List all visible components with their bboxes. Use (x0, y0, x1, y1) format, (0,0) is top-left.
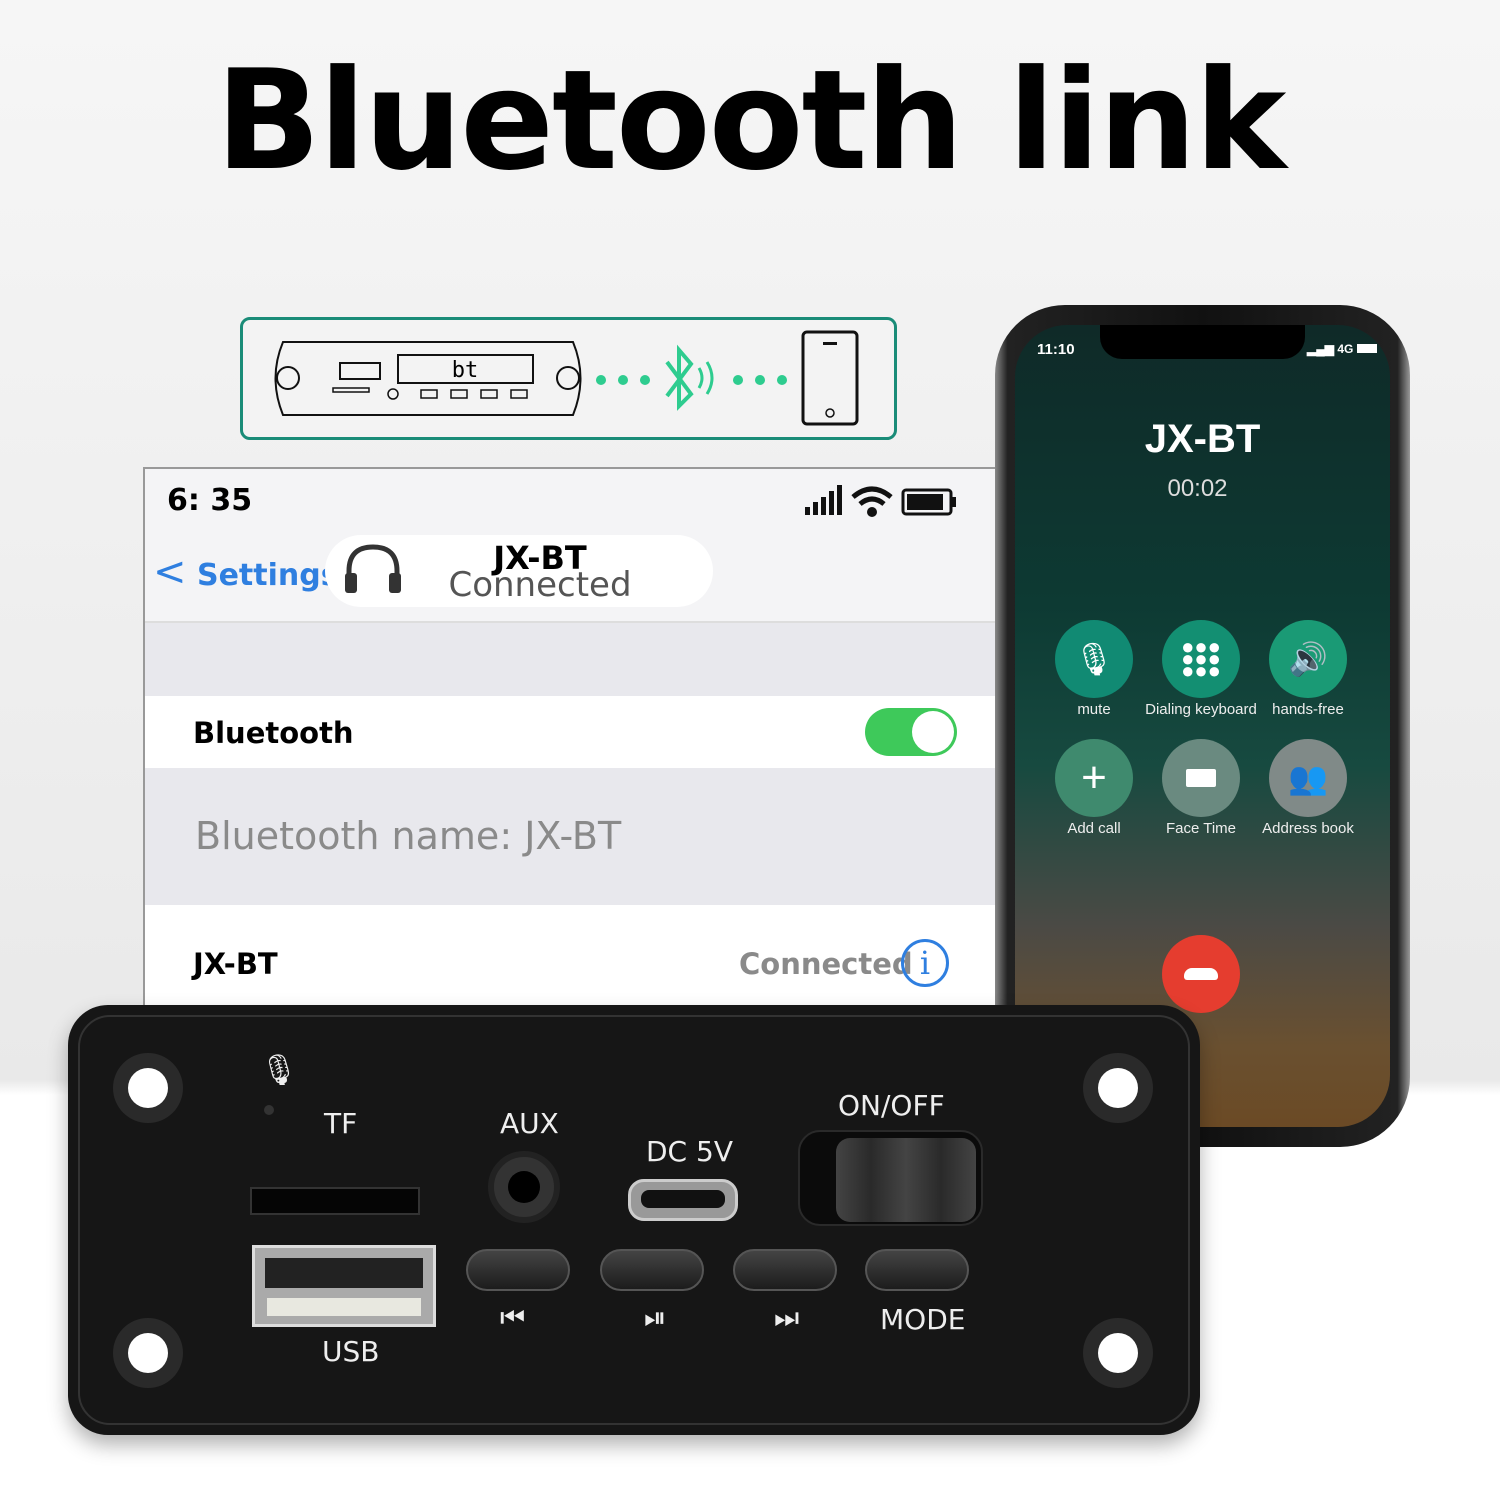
notch (1100, 325, 1305, 359)
usb-port[interactable] (252, 1245, 436, 1327)
microphone-icon: 🎙 (260, 1054, 299, 1087)
video-icon (1186, 769, 1216, 787)
micro-usb-port[interactable] (628, 1179, 738, 1221)
prev-icon: ⏮ (500, 1301, 526, 1334)
contacts-label: Address book (1262, 820, 1354, 837)
status-icons (805, 485, 956, 517)
mounting-hole (1083, 1318, 1153, 1388)
mounting-hole (113, 1053, 183, 1123)
mode-label: MODE (880, 1303, 966, 1336)
next-button[interactable] (733, 1249, 837, 1291)
aux-label: AUX (500, 1107, 559, 1140)
prev-button[interactable] (466, 1249, 570, 1291)
page-title: Bluetooth link (215, 40, 1287, 201)
device-header: JX-BT Connected (325, 535, 713, 607)
speaker-button[interactable]: 🔊 (1269, 620, 1347, 698)
aux-jack[interactable] (488, 1151, 560, 1223)
bluetooth-toggle-row: Bluetooth (145, 696, 995, 768)
phone-network: ▂▄▆ 4G (1307, 342, 1377, 356)
phone-time: 11:10 (1037, 341, 1075, 358)
board-to-phone-illustration: bt (274, 330, 859, 426)
bluetooth-decoder-board: 🎙 TF AUX DC 5V ON/OFF USB ⏮ ⏯ ⏭ MODE (68, 1005, 1200, 1435)
phone-outline-icon (801, 330, 859, 426)
dc-label: DC 5V (646, 1135, 733, 1168)
back-label: Settings (196, 558, 339, 593)
mode-button[interactable] (865, 1249, 969, 1291)
plus-icon: + (1081, 753, 1107, 802)
bluetooth-settings-screen: 6: 35 < Settings JX-BT Connected Bluetoo… (143, 467, 995, 1012)
play-pause-icon: ⏯ (644, 1301, 667, 1334)
next-icon: ⏭ (774, 1301, 800, 1334)
back-button[interactable]: < Settings (153, 549, 339, 595)
keypad-button[interactable]: ●●● ●●● ●●● (1162, 620, 1240, 698)
signal-icon (805, 485, 842, 515)
paired-device-status: Connected (739, 947, 913, 981)
call-duration: 00:02 (1167, 475, 1228, 502)
mounting-hole (113, 1318, 183, 1388)
chevron-left-icon: < (153, 549, 187, 595)
signal-icon: ▂▄▆ (1307, 342, 1334, 356)
display-text: bt (452, 358, 479, 383)
tf-card-slot[interactable] (250, 1187, 420, 1215)
play-pause-button[interactable] (600, 1249, 704, 1291)
device-status: Connected (448, 565, 632, 605)
bluetooth-toggle[interactable] (865, 708, 957, 756)
contacts-button[interactable]: 👥 (1269, 739, 1347, 817)
bluetooth-icon (665, 344, 694, 411)
speaker-label: hands-free (1272, 701, 1344, 718)
status-time: 6: 35 (167, 483, 253, 518)
paired-device-name: JX-BT (193, 947, 278, 981)
facetime-button[interactable] (1162, 739, 1240, 817)
tf-label: TF (324, 1107, 358, 1140)
power-switch[interactable] (798, 1130, 983, 1226)
keypad-icon: ●●● ●●● ●●● (1181, 634, 1221, 683)
hang-up-icon (1184, 968, 1218, 980)
caller-name: JX-BT (1144, 417, 1261, 461)
battery-icon (1356, 344, 1377, 353)
connection-diagram: bt (240, 317, 897, 440)
bluetooth-label: Bluetooth (193, 716, 354, 750)
mic-off-icon: 🎙 (1073, 641, 1115, 677)
mute-button[interactable]: 🎙 (1055, 620, 1133, 698)
usb-label: USB (322, 1335, 380, 1368)
add-call-button[interactable]: + (1055, 739, 1133, 817)
contacts-icon: 👥 (1288, 760, 1328, 796)
onoff-label: ON/OFF (838, 1089, 945, 1122)
headphones-icon (345, 544, 401, 593)
paired-device-row[interactable]: JX-BT Connected i (145, 905, 995, 1010)
mounting-hole (1083, 1053, 1153, 1123)
wifi-icon (851, 486, 893, 507)
bluetooth-name: Bluetooth name: JX-BT (195, 814, 622, 858)
end-call-button[interactable] (1162, 935, 1240, 1013)
speaker-icon: 🔊 (1288, 641, 1328, 677)
info-icon[interactable]: i (901, 939, 949, 987)
